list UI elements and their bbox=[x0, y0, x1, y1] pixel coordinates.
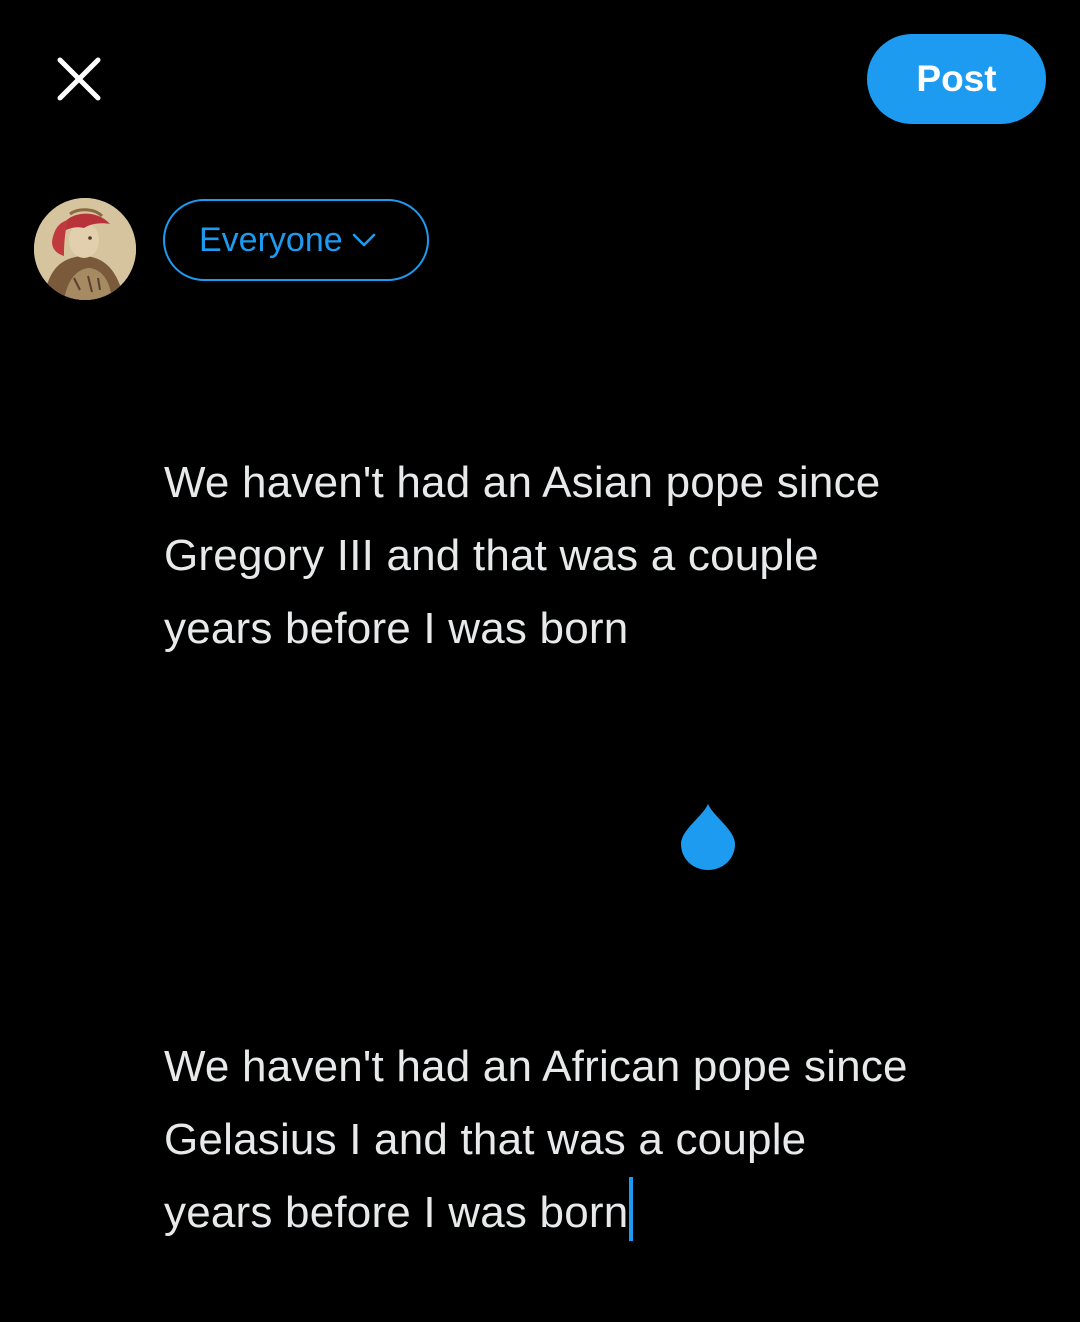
compose-paragraph-2: We haven't had an African pope since Gela… bbox=[164, 1030, 1064, 1249]
avatar-image bbox=[34, 198, 136, 300]
chevron-down-icon bbox=[351, 232, 377, 248]
cursor-handle-icon bbox=[681, 804, 735, 870]
close-button[interactable] bbox=[52, 52, 106, 106]
avatar[interactable] bbox=[34, 198, 136, 300]
text-caret bbox=[629, 1177, 634, 1241]
audience-selector[interactable]: Everyone bbox=[163, 199, 429, 281]
post-button-label: Post bbox=[916, 58, 997, 99]
cursor-handle[interactable] bbox=[679, 800, 737, 872]
compose-paragraph-1: We haven't had an Asian pope since Gregor… bbox=[164, 446, 1064, 665]
audience-label: Everyone bbox=[199, 220, 343, 259]
compose-line: years before I was born bbox=[164, 604, 629, 653]
compose-textarea[interactable]: We haven't had an Asian pope since Gregor… bbox=[164, 300, 1064, 1322]
compose-line: years before I was born bbox=[164, 1188, 629, 1237]
compose-line: Gelasius I and that was a couple bbox=[164, 1115, 807, 1164]
compose-line: We haven't had an African pope since bbox=[164, 1042, 908, 1091]
compose-line: Gregory III and that was a couple bbox=[164, 531, 819, 580]
compose-line: We haven't had an Asian pope since bbox=[164, 458, 881, 507]
close-icon bbox=[57, 57, 101, 101]
post-button[interactable]: Post bbox=[867, 34, 1046, 124]
